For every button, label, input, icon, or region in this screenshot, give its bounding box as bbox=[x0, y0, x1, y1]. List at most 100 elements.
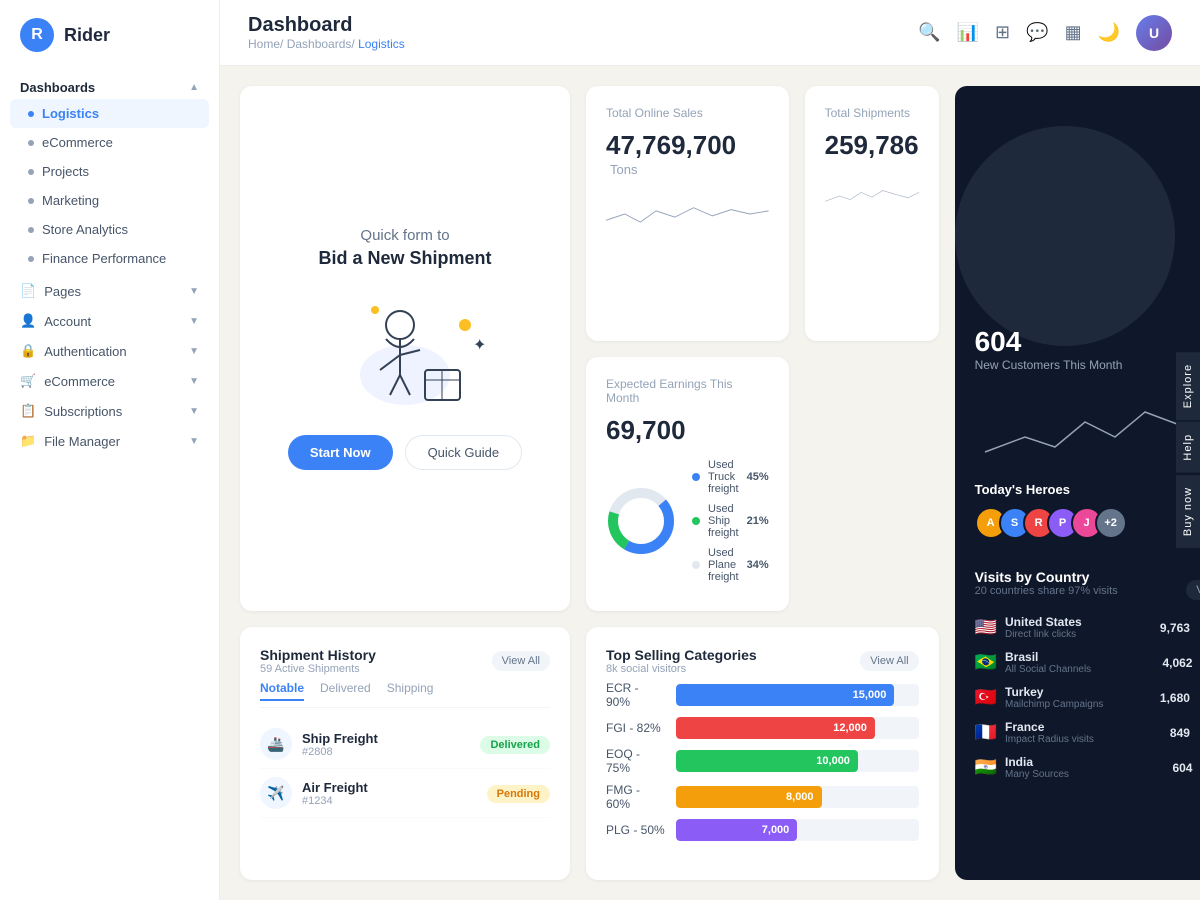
chat-icon[interactable]: 💬 bbox=[1026, 22, 1048, 43]
file-manager-icon: 📁 bbox=[20, 433, 36, 449]
truck-dot bbox=[692, 473, 700, 481]
tab-shipping[interactable]: Shipping bbox=[387, 681, 434, 701]
legend-pct: 45% bbox=[747, 471, 769, 483]
visits-view-all-button[interactable]: View All bbox=[1186, 580, 1200, 600]
sidebar-item-projects[interactable]: Projects bbox=[0, 157, 219, 186]
grid-icon[interactable]: ⊞ bbox=[995, 22, 1010, 43]
breadcrumb-home[interactable]: Home/ bbox=[248, 37, 283, 51]
sidebar-group-label: File Manager bbox=[44, 434, 120, 449]
dashboards-section[interactable]: Dashboards ▲ bbox=[0, 70, 219, 99]
main-area: Dashboard Home/ Dashboards/ Logistics 🔍 … bbox=[220, 0, 1200, 900]
country-info-us: United States Direct link clicks bbox=[1005, 615, 1152, 640]
bar-value: 15,000 bbox=[853, 689, 887, 701]
sidebar-item-marketing[interactable]: Marketing bbox=[0, 186, 219, 215]
bar-track: 15,000 bbox=[676, 684, 919, 706]
apps-icon[interactable]: ▦ bbox=[1065, 22, 1082, 43]
country-source: Direct link clicks bbox=[1005, 629, 1152, 640]
sidebar-group-label: Pages bbox=[44, 284, 81, 299]
country-visits: 4,062 bbox=[1162, 656, 1192, 670]
shipment-item-1: 🚢 Ship Freight #2808 Delivered bbox=[260, 720, 550, 769]
stat-label: Total Shipments bbox=[825, 106, 919, 120]
bar-label: EOQ - 75% bbox=[606, 747, 666, 775]
bar-label: FGI - 82% bbox=[606, 721, 666, 735]
stat-number: 259,786 bbox=[825, 130, 919, 161]
shipment-header: Shipment History 59 Active Shipments Vie… bbox=[260, 647, 550, 675]
shipment-title: Shipment History bbox=[260, 647, 376, 663]
chart-icon[interactable]: 📊 bbox=[957, 22, 979, 43]
bar-fill: 10,000 bbox=[676, 750, 858, 772]
sidebar-item-file-manager[interactable]: 📁 File Manager ▼ bbox=[0, 423, 219, 453]
expected-earnings-card: Expected Earnings This Month 69,700 Used… bbox=[586, 357, 789, 612]
chevron-down-icon: ▼ bbox=[189, 376, 199, 387]
help-tab[interactable]: Help bbox=[1176, 422, 1200, 473]
ship-icon: 🚢 bbox=[260, 728, 292, 760]
shipment-item-2: ✈️ Air Freight #1234 Pending bbox=[260, 769, 550, 818]
auth-icon: 🔒 bbox=[20, 343, 36, 359]
shipment-title-block: Shipment History 59 Active Shipments bbox=[260, 647, 376, 675]
sidebar-item-ecommerce[interactable]: eCommerce bbox=[0, 128, 219, 157]
sidebar-item-pages[interactable]: 📄 Pages ▼ bbox=[0, 273, 219, 303]
user-avatar[interactable]: U bbox=[1136, 15, 1172, 51]
start-now-button[interactable]: Start Now bbox=[288, 435, 393, 470]
buy-now-tab[interactable]: Buy now bbox=[1176, 475, 1200, 548]
tab-notable[interactable]: Notable bbox=[260, 681, 304, 701]
flag-us: 🇺🇸 bbox=[975, 617, 997, 638]
sidebar-item-label: Logistics bbox=[42, 106, 99, 121]
sidebar-item-finance-performance[interactable]: Finance Performance bbox=[0, 244, 219, 273]
legend-pct: 21% bbox=[747, 515, 769, 527]
sidebar: R Rider Dashboards ▲ Logistics eCommerce… bbox=[0, 0, 220, 900]
explore-tab[interactable]: Explore bbox=[1176, 352, 1200, 420]
side-tabs: Explore Help Buy now bbox=[1176, 352, 1200, 548]
sidebar-item-label: Projects bbox=[42, 164, 89, 179]
legend-label: Used Plane freight bbox=[708, 547, 739, 583]
chevron-down-icon: ▼ bbox=[189, 346, 199, 357]
legend-plane: Used Plane freight 34% bbox=[692, 547, 769, 583]
sidebar-item-account[interactable]: 👤 Account ▼ bbox=[0, 303, 219, 333]
header: Dashboard Home/ Dashboards/ Logistics 🔍 … bbox=[220, 0, 1200, 66]
bar-value: 12,000 bbox=[833, 722, 867, 734]
legend-label: Used Truck freight bbox=[708, 459, 739, 495]
pages-icon: 📄 bbox=[20, 283, 36, 299]
hero-card: Quick form to Bid a New Shipment bbox=[240, 86, 570, 611]
chevron-down-icon: ▼ bbox=[189, 286, 199, 297]
breadcrumb: Home/ Dashboards/ Logistics bbox=[248, 37, 405, 51]
shipments-chart bbox=[825, 171, 919, 221]
bar-value: 10,000 bbox=[816, 755, 850, 767]
logo[interactable]: R Rider bbox=[0, 0, 219, 70]
sidebar-item-logistics[interactable]: Logistics bbox=[10, 99, 209, 128]
country-name: France bbox=[1005, 720, 1162, 734]
country-visits: 849 bbox=[1170, 726, 1190, 740]
country-row-fr: 🇫🇷 France Impact Radius visits 849 +4.1% bbox=[975, 720, 1200, 745]
quick-guide-button[interactable]: Quick Guide bbox=[405, 435, 523, 470]
plane-dot bbox=[692, 561, 700, 569]
moon-icon[interactable]: 🌙 bbox=[1098, 22, 1120, 43]
sidebar-item-subscriptions[interactable]: 📋 Subscriptions ▼ bbox=[0, 393, 219, 423]
hero-title: Bid a New Shipment bbox=[318, 248, 491, 269]
chevron-up-icon: ▲ bbox=[189, 82, 199, 93]
flag-br: 🇧🇷 bbox=[975, 652, 997, 673]
sidebar-item-ecommerce-group[interactable]: 🛒 eCommerce ▼ bbox=[0, 363, 219, 393]
logo-icon: R bbox=[20, 18, 54, 52]
dot-icon bbox=[28, 198, 34, 204]
shipment-details: Air Freight #1234 bbox=[302, 780, 368, 807]
total-sales-card: Total Online Sales 47,769,700 Tons bbox=[586, 86, 789, 341]
shipment-view-all-button[interactable]: View All bbox=[492, 651, 550, 671]
shipment-status-section: Pending bbox=[487, 784, 550, 802]
bar-chart: ECR - 90% 15,000 FGI - 82% 12,000 bbox=[606, 681, 919, 841]
hero-illustration: ✦ bbox=[325, 295, 485, 415]
dot-icon bbox=[28, 227, 34, 233]
top-selling-view-all-button[interactable]: View All bbox=[860, 651, 918, 671]
sidebar-item-store-analytics[interactable]: Store Analytics bbox=[0, 215, 219, 244]
breadcrumb-dashboards[interactable]: Dashboards/ bbox=[287, 37, 355, 51]
sidebar-item-authentication[interactable]: 🔒 Authentication ▼ bbox=[0, 333, 219, 363]
bar-fill: 12,000 bbox=[676, 717, 875, 739]
search-icon[interactable]: 🔍 bbox=[918, 22, 940, 43]
content-grid: Quick form to Bid a New Shipment bbox=[220, 66, 1200, 900]
status-badge: Delivered bbox=[480, 736, 550, 754]
bar-row-eoq: EOQ - 75% 10,000 bbox=[606, 747, 919, 775]
sidebar-item-label: Marketing bbox=[42, 193, 99, 208]
svg-text:✦: ✦ bbox=[473, 337, 485, 354]
top-selling-subtitle: 8k social visitors bbox=[606, 663, 757, 675]
sidebar-item-label: Finance Performance bbox=[42, 251, 166, 266]
tab-delivered[interactable]: Delivered bbox=[320, 681, 371, 701]
